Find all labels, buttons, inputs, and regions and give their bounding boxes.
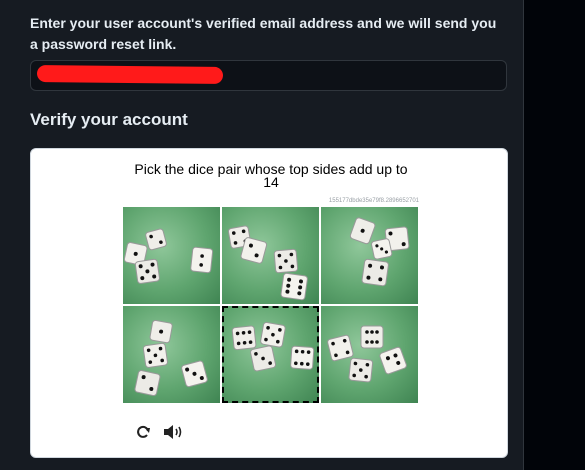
captcha-tile-4[interactable]: [123, 306, 220, 403]
dice-image: [134, 319, 208, 397]
email-field[interactable]: [30, 60, 507, 91]
reset-password-panel: Enter your user account's verified email…: [0, 0, 524, 470]
captcha-tile-1[interactable]: [123, 207, 220, 304]
verify-heading: Verify your account: [30, 110, 188, 129]
captcha-prompt: Pick the dice pair whose top sides add u…: [134, 161, 408, 190]
captcha-tile-5[interactable]: [222, 306, 319, 403]
captcha-tile-3[interactable]: [321, 207, 418, 304]
captcha-tile-6[interactable]: [321, 306, 418, 403]
dice-image: [231, 321, 315, 372]
dice-image: [227, 225, 308, 301]
dice-image: [327, 325, 407, 383]
captcha-tile-2[interactable]: [222, 207, 319, 304]
dice-image: [123, 228, 214, 284]
dice-image: [349, 217, 410, 287]
captcha-widget: Pick the dice pair whose top sides add u…: [30, 148, 508, 458]
captcha-challenge-id: 155177dbde35e79f8.2896652701: [328, 198, 419, 204]
instruction-text: Enter your user account's verified email…: [30, 15, 497, 52]
captcha-image-grid: [123, 207, 420, 405]
refresh-icon[interactable]: [135, 424, 151, 443]
speaker-icon[interactable]: [163, 424, 185, 443]
redaction-mark: [36, 65, 224, 84]
